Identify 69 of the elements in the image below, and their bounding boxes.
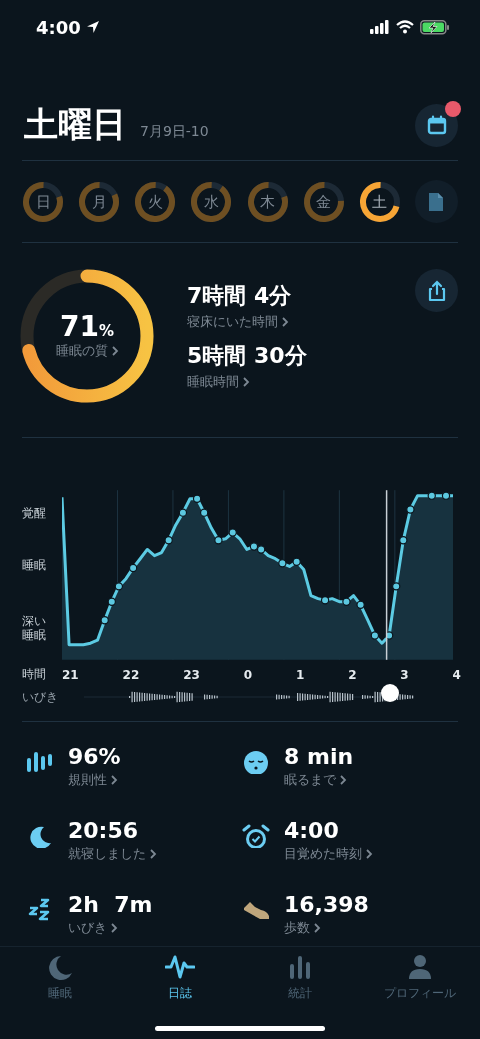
metric-link[interactable]: 目覚めた時刻 <box>284 845 362 863</box>
metric-link[interactable]: いびき <box>68 919 107 937</box>
time-label: 1 <box>295 667 305 682</box>
day-ring[interactable]: 土 <box>358 180 401 223</box>
signal-icon <box>370 20 390 34</box>
chevron-icon <box>339 774 347 786</box>
stat-link[interactable]: 寝床にいた時間 <box>187 313 278 331</box>
location-icon <box>84 19 101 35</box>
status-time: 4:00 <box>36 16 81 38</box>
wifi-icon <box>396 20 414 34</box>
day-ring[interactable]: 日 <box>22 180 64 223</box>
day-ring[interactable]: 金 <box>302 180 345 223</box>
share-button[interactable] <box>415 269 458 312</box>
tab-button[interactable]: 睡眠 <box>0 953 120 1002</box>
tab-button[interactable]: 統計 <box>240 953 360 1002</box>
calendar-icon <box>425 114 448 136</box>
axis-label: 深い睡眠 <box>22 614 46 643</box>
metric-value: 96% <box>68 744 121 769</box>
calendar-button[interactable] <box>415 103 458 147</box>
axis-label: 覚醒 <box>22 506 46 521</box>
chevron-icon <box>149 848 157 860</box>
metric-link[interactable]: 就寝しました <box>68 845 146 863</box>
date-range: 7月9日-10 <box>140 123 209 141</box>
day-title: 土曜日 <box>24 103 126 146</box>
slider-handle[interactable] <box>381 684 399 702</box>
tab-button[interactable]: プロフィール <box>360 953 480 1002</box>
report-button[interactable] <box>415 180 458 223</box>
day-ring[interactable]: 月 <box>78 180 121 223</box>
tab-button[interactable]: 日誌 <box>120 953 240 1002</box>
document-icon <box>427 190 446 213</box>
snore-label: いびき <box>22 688 59 706</box>
bar-chart-icon <box>26 750 54 774</box>
time-label: 22 <box>122 667 140 682</box>
chevron-icon <box>281 316 289 328</box>
metric-link[interactable]: 歩数 <box>284 919 310 937</box>
chevron-icon <box>110 774 118 786</box>
chevron-icon <box>110 345 119 358</box>
chevron-icon <box>313 922 321 934</box>
metric-value: 4:00 <box>284 818 340 843</box>
time-label: 2 <box>348 667 357 682</box>
metric-value: 20:56 <box>68 818 140 843</box>
time-label: 23 <box>183 667 200 682</box>
axis-label: 睡眠 <box>22 558 46 573</box>
day-ring[interactable]: 木 <box>246 180 289 223</box>
alarm-clock-icon <box>242 824 270 848</box>
axis-title: 時間 <box>22 666 47 683</box>
duration-value: 5時間 30分 <box>187 342 307 370</box>
day-ring[interactable]: 火 <box>134 180 177 223</box>
chevron-icon <box>110 922 118 934</box>
stat-link[interactable]: 睡眠時間 <box>187 373 239 391</box>
metric-link[interactable]: 規則性 <box>68 771 107 789</box>
metric-value: 2h 7m <box>68 892 153 917</box>
time-label: 21 <box>62 667 79 682</box>
metric-value: 8 min <box>284 744 354 769</box>
chevron-icon <box>242 376 250 388</box>
sleepy-face-icon <box>242 750 270 774</box>
quality-score: 71% <box>59 311 115 343</box>
day-ring[interactable]: 水 <box>190 180 233 223</box>
metric-link[interactable]: 眠るまで <box>284 771 336 789</box>
battery-icon <box>420 19 450 35</box>
time-label: 3 <box>400 667 409 682</box>
wave-icon <box>165 953 195 981</box>
chevron-icon <box>365 848 373 860</box>
time-label: 0 <box>243 667 253 682</box>
share-icon <box>426 279 447 302</box>
metric-value: 16,398 <box>284 892 369 917</box>
time-label: 4 <box>452 667 461 682</box>
quality-link[interactable]: 睡眠の質 <box>55 342 108 361</box>
duration-value: 7時間 4分 <box>187 282 293 310</box>
